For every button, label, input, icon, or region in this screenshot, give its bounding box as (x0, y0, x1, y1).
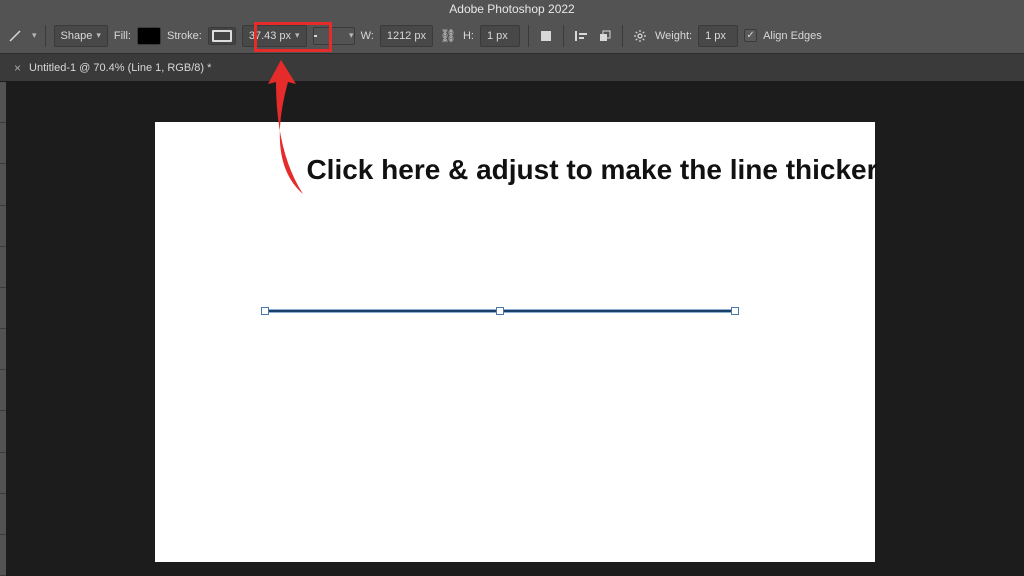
transform-handle-right[interactable] (731, 307, 739, 315)
document-tab[interactable]: × Untitled-1 @ 70.4% (Line 1, RGB/8) * (6, 61, 219, 75)
weight-label: Weight: (655, 30, 692, 42)
stroke-swatch[interactable] (208, 27, 236, 45)
tool-mode-label: Shape (61, 30, 93, 42)
annotation-highlight (254, 22, 332, 52)
options-bar: ▾ Shape ▾ Fill: Stroke: 37.43 px ▾ ▾ W: … (0, 18, 1024, 54)
stroke-label: Stroke: (167, 30, 202, 42)
height-label: H: (463, 30, 474, 42)
width-label: W: (361, 30, 374, 42)
transform-handle-left[interactable] (261, 307, 269, 315)
chevron-down-icon: ▾ (96, 30, 101, 41)
tool-mode-dropdown[interactable]: Shape ▾ (54, 25, 108, 47)
close-icon[interactable]: × (14, 61, 21, 75)
divider (528, 25, 529, 47)
gear-icon[interactable] (631, 27, 649, 45)
height-value: 1 px (487, 30, 508, 42)
path-operations-icon[interactable] (537, 27, 555, 45)
fill-label: Fill: (114, 30, 131, 42)
transform-handle-middle[interactable] (496, 307, 504, 315)
fill-swatch[interactable] (137, 27, 161, 45)
width-input[interactable]: 1212 px (380, 25, 433, 47)
weight-input[interactable]: 1 px (698, 25, 738, 47)
align-edges-label: Align Edges (763, 30, 822, 42)
line-shape[interactable] (265, 307, 735, 315)
weight-value: 1 px (705, 30, 726, 42)
divider (563, 25, 564, 47)
tab-title: Untitled-1 @ 70.4% (Line 1, RGB/8) * (29, 62, 211, 74)
divider (45, 25, 46, 47)
chevron-down-icon: ▾ (349, 30, 354, 41)
link-icon[interactable]: ⛓ (439, 27, 457, 45)
annotation-text: Click here & adjust to make the line thi… (302, 152, 882, 187)
height-input[interactable]: 1 px (480, 25, 520, 47)
title-bar: Adobe Photoshop 2022 (0, 0, 1024, 18)
align-edges-checkbox[interactable]: ✓ (744, 29, 757, 42)
tab-bar: × Untitled-1 @ 70.4% (Line 1, RGB/8) * (0, 54, 1024, 82)
divider (622, 25, 623, 47)
document-canvas[interactable] (155, 122, 875, 562)
app-title: Adobe Photoshop 2022 (449, 2, 574, 16)
path-alignment-icon[interactable] (572, 27, 590, 45)
path-arrangement-icon[interactable] (596, 27, 614, 45)
chevron-down-icon[interactable]: ▾ (32, 30, 37, 41)
width-value: 1212 px (387, 30, 426, 42)
line-tool-icon[interactable] (8, 29, 22, 43)
